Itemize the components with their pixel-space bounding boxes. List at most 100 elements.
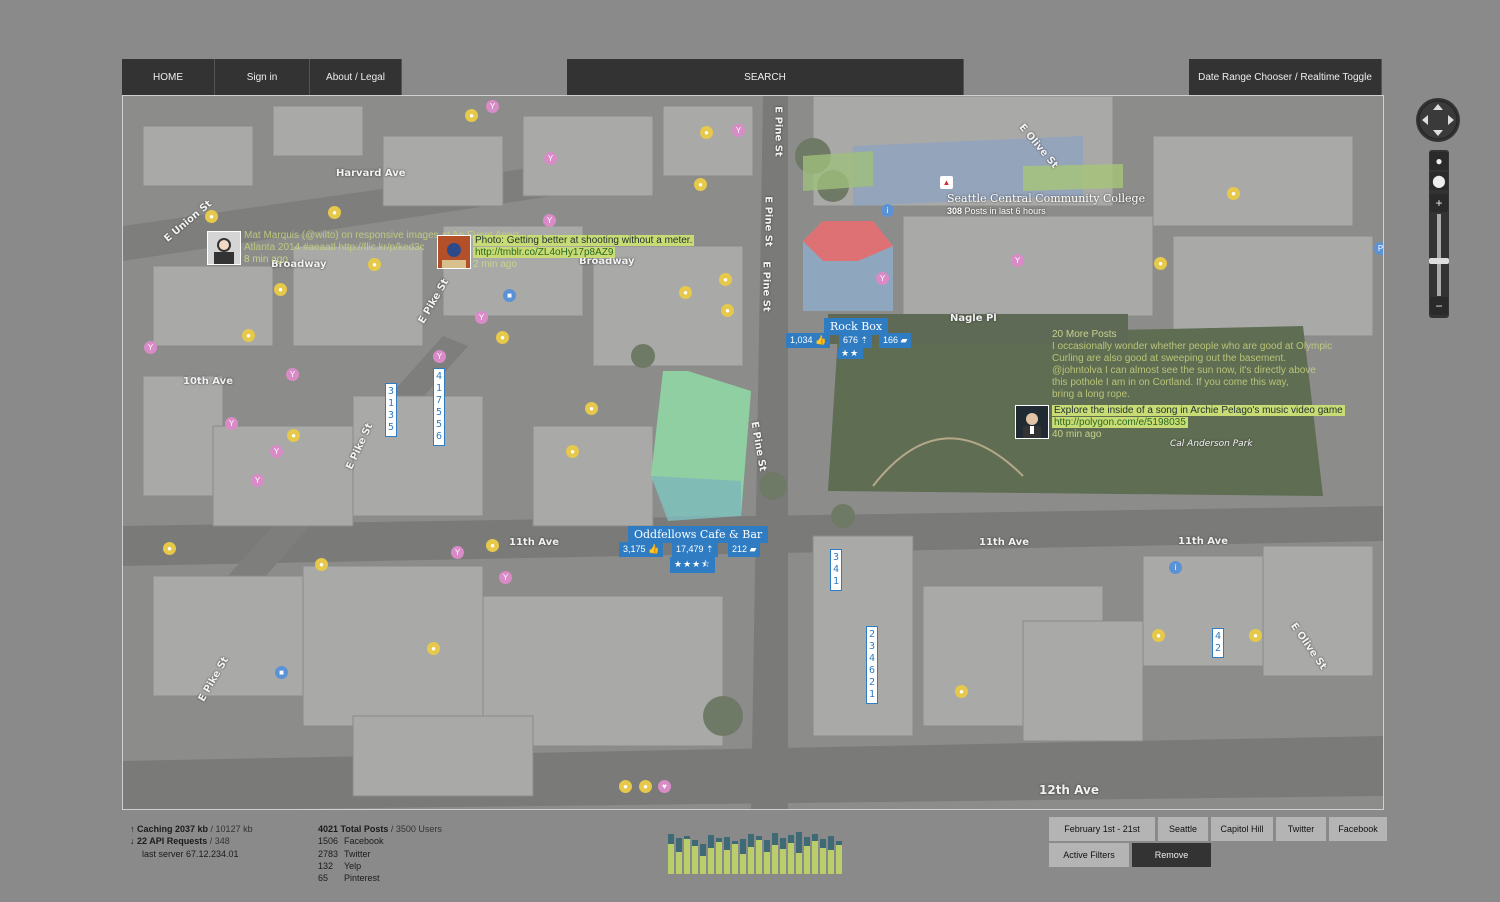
activity-histogram[interactable] [668,828,850,876]
bar-icon[interactable]: Y [286,368,299,381]
bar-icon[interactable]: Y [544,152,557,165]
bar-icon[interactable]: Y [876,272,889,285]
bar-icon[interactable]: Y [499,571,512,584]
coffee-icon[interactable]: ● [566,445,579,458]
about-legal-button[interactable]: About / Legal [310,59,402,95]
avatar-portrait-icon [214,238,234,264]
coffee-icon[interactable]: ● [721,304,734,317]
coffee-icon[interactable]: ● [1154,257,1167,270]
parking-icon[interactable]: P [1374,242,1383,255]
date-range-toggle-button[interactable]: Date Range Chooser / Realtime Toggle [1189,59,1382,95]
pan-compass[interactable] [1416,98,1460,142]
filter-date-range[interactable]: February 1st - 21st [1048,816,1156,842]
location-pin-icon[interactable]: ⬤ [1430,172,1448,190]
coffee-icon[interactable]: ● [163,542,176,555]
coffee-icon[interactable]: ● [242,329,255,342]
coffee-icon[interactable]: ● [496,331,509,344]
bar-icon[interactable]: Y [475,311,488,324]
info-icon[interactable]: i [881,204,894,217]
zoom-in-button[interactable]: + [1430,194,1448,212]
coffee-icon[interactable]: ● [1152,629,1165,642]
filter-capitol-hill[interactable]: Capitol Hill [1210,816,1274,842]
coffee-icon[interactable]: ● [287,429,300,442]
post-mention[interactable]: @wilto [305,230,335,241]
coffee-icon[interactable]: ● [619,780,632,793]
coffee-icon[interactable]: ● [955,685,968,698]
coffee-icon[interactable]: ● [486,539,499,552]
coffee-icon[interactable]: ● [700,126,713,139]
bar-icon[interactable]: Y [451,546,464,559]
coffee-icon[interactable]: ● [719,273,732,286]
coffee-icon[interactable]: ● [465,109,478,122]
post-avatar[interactable] [437,235,471,269]
post-counter-marker[interactable]: 2 3 4 6 2 1 [866,626,878,704]
bar-icon[interactable]: Y [486,100,499,113]
filter-seattle[interactable]: Seattle [1157,816,1209,842]
more-posts-link[interactable]: 20 More Posts [1052,329,1332,341]
bar-icon[interactable]: Y [433,350,446,363]
upload-arrow-icon: ↑ [130,824,135,834]
zoom-slider-rail [1437,214,1441,296]
coffee-icon[interactable]: ● [1249,629,1262,642]
post-counter-marker[interactable]: 4 1 7 5 5 6 [433,368,445,446]
post-photo[interactable]: Photo: Getting better at shooting withou… [473,235,695,271]
pin-icon: ⇡ [706,544,714,554]
post-text: Explore the inside of a song in Archie P… [1052,405,1345,416]
venue-label-oddfellows[interactable]: Oddfellows Cafe & Bar [628,526,769,543]
post-cluster[interactable]: 20 More Posts I occasionally wonder whet… [1052,329,1332,401]
college-name[interactable]: Seattle Central Community College [947,192,1145,205]
filter-facebook[interactable]: Facebook [1328,816,1388,842]
histogram-bar [836,845,842,874]
info-icon[interactable]: i [1169,561,1182,574]
sign-in-button[interactable]: Sign in [215,59,310,95]
post-mention[interactable]: @johntolva [1052,365,1102,376]
api-value: 22 API Requests [137,836,208,846]
cafe-icon[interactable]: ■ [503,289,516,302]
coffee-icon[interactable]: ● [315,558,328,571]
bar-icon[interactable]: Y [732,124,745,137]
post-counter-marker[interactable]: 3 4 1 [830,549,842,591]
post-counter-marker[interactable]: 4 2 [1212,628,1224,658]
coffee-icon[interactable]: ● [1227,187,1240,200]
post-archie[interactable]: Explore the inside of a song in Archie P… [1052,405,1345,441]
post-avatar[interactable] [207,231,241,265]
restaurant-icon[interactable]: ♥ [658,780,671,793]
avatar-photo-icon [438,236,470,268]
search-button[interactable]: SEARCH [567,59,964,95]
histogram-bar [732,844,738,874]
coffee-icon[interactable]: ● [585,402,598,415]
bar-icon[interactable]: Y [1011,254,1024,267]
street-label: E Pine St [760,261,772,312]
coffee-icon[interactable]: ● [427,642,440,655]
cafe-icon[interactable]: ■ [275,666,288,679]
coffee-icon[interactable]: ● [694,178,707,191]
source-stat: 2783 Twitter [318,849,371,859]
post-link[interactable]: http://polygon.com/e/5198035 [1052,417,1188,428]
coffee-icon[interactable]: ● [328,206,341,219]
bar-icon[interactable]: Y [251,474,264,487]
map-view[interactable]: Harvard Ave E Union St Broadway Broadway… [122,95,1384,810]
post-counter-marker[interactable]: 3 1 3 5 [385,383,397,437]
bar-icon[interactable]: Y [225,417,238,430]
bar-icon[interactable]: Y [144,341,157,354]
post-link[interactable]: #aeaatl http://flic.kr/p/ked3c [303,242,425,253]
home-button[interactable]: HOME [122,59,215,95]
zoom-out-button[interactable]: − [1430,297,1448,315]
post-time: 40 min ago [1052,429,1102,440]
remove-filters-button[interactable]: Remove [1131,842,1212,868]
users-total: / 3500 Users [388,824,442,834]
coffee-icon[interactable]: ● [274,283,287,296]
coffee-icon[interactable]: ● [679,286,692,299]
histogram-bar [812,841,818,874]
zoom-slider-handle[interactable] [1429,258,1449,264]
filter-twitter[interactable]: Twitter [1275,816,1327,842]
bar-icon[interactable]: Y [270,445,283,458]
bar-icon[interactable]: Y [543,214,556,227]
coffee-icon[interactable]: ● [205,210,218,223]
coffee-icon[interactable]: ● [639,780,652,793]
post-link[interactable]: http://tmblr.co/ZL4oHy17p8AZ9 [473,247,616,258]
college-marker-icon[interactable]: ▲ [940,176,953,189]
post-avatar[interactable] [1015,405,1049,439]
street-view-icon[interactable]: ● [1430,152,1448,170]
avatar-portrait-icon [1016,406,1048,438]
